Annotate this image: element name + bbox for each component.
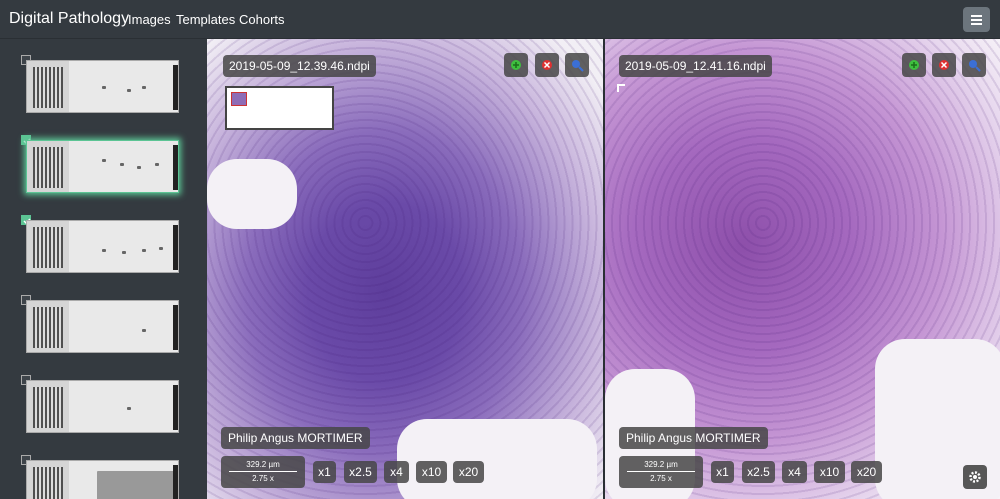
navbar: Digital Pathology Images Templates Cohor… bbox=[0, 0, 1000, 39]
zoom-x2-5-button[interactable]: x2.5 bbox=[742, 461, 775, 483]
hamburger-menu-icon-bar bbox=[971, 19, 982, 21]
scale-zoom: 2.75 x bbox=[252, 474, 274, 483]
remove-annotation-icon bbox=[542, 60, 552, 70]
zoom-x20-button[interactable]: x20 bbox=[851, 461, 882, 483]
slide-label bbox=[27, 221, 69, 272]
hamburger-menu-icon-bar bbox=[971, 23, 982, 25]
slide-sidebar bbox=[0, 39, 207, 499]
remove-annotation-button[interactable] bbox=[535, 53, 559, 77]
add-annotation-icon bbox=[511, 60, 521, 70]
brand-title[interactable]: Digital Pathology bbox=[9, 10, 129, 28]
patient-name-label: Philip Angus MORTIMER bbox=[221, 427, 370, 449]
zoom-search-icon bbox=[969, 60, 981, 72]
menu-button[interactable] bbox=[963, 7, 990, 32]
filename-label: 2019-05-09_12.41.16.ndpi bbox=[619, 55, 772, 77]
nav-link-templates[interactable]: Templates bbox=[176, 12, 235, 27]
zoom-x2-5-button[interactable]: x2.5 bbox=[344, 461, 377, 483]
zoom-x10-button[interactable]: x10 bbox=[416, 461, 447, 483]
slide-thumbnail[interactable] bbox=[26, 300, 179, 353]
scale-length: 329.2 µm bbox=[246, 460, 280, 469]
slide-label bbox=[27, 381, 69, 432]
add-annotation-button[interactable] bbox=[902, 53, 926, 77]
zoom-x4-button[interactable]: x4 bbox=[782, 461, 807, 483]
scale-bar: 329.2 µm 2.75 x bbox=[221, 456, 305, 488]
slide-viewer-left[interactable]: 2019-05-09_12.39.46.ndpi Philip Angus MO… bbox=[207, 39, 603, 499]
slide-thumbnail[interactable] bbox=[26, 220, 179, 273]
slide-label bbox=[27, 141, 69, 192]
add-annotation-button[interactable] bbox=[504, 53, 528, 77]
background-region bbox=[207, 159, 297, 229]
slide-thumbnail[interactable] bbox=[26, 460, 179, 499]
slide-thumbnail[interactable] bbox=[26, 380, 179, 433]
patient-name-label: Philip Angus MORTIMER bbox=[619, 427, 768, 449]
slide-thumbnail[interactable] bbox=[26, 60, 179, 113]
scale-zoom: 2.75 x bbox=[650, 474, 672, 483]
slide-viewer-right[interactable]: 2019-05-09_12.41.16.ndpi Philip Angus MO… bbox=[605, 39, 1000, 499]
nav-link-images[interactable]: Images bbox=[128, 12, 171, 27]
zoom-x20-button[interactable]: x20 bbox=[453, 461, 484, 483]
zoom-search-button[interactable] bbox=[962, 53, 986, 77]
minimap[interactable] bbox=[225, 86, 334, 130]
zoom-x1-button[interactable]: x1 bbox=[313, 461, 336, 483]
scale-bar: 329.2 µm 2.75 x bbox=[619, 456, 703, 488]
zoom-x10-button[interactable]: x10 bbox=[814, 461, 845, 483]
settings-button[interactable] bbox=[963, 465, 987, 489]
zoom-search-button[interactable] bbox=[565, 53, 589, 77]
remove-annotation-icon bbox=[939, 60, 949, 70]
slide-thumbnail[interactable] bbox=[26, 140, 179, 193]
slide-label bbox=[27, 461, 69, 499]
nav-link-cohorts[interactable]: Cohorts bbox=[239, 12, 285, 27]
slide-label bbox=[27, 301, 69, 352]
gear-icon bbox=[969, 471, 981, 483]
minimap-roi[interactable] bbox=[231, 92, 247, 106]
slide-label bbox=[27, 61, 69, 112]
zoom-x1-button[interactable]: x1 bbox=[711, 461, 734, 483]
scale-length: 329.2 µm bbox=[644, 460, 678, 469]
hamburger-menu-icon bbox=[971, 15, 982, 17]
zoom-x4-button[interactable]: x4 bbox=[384, 461, 409, 483]
background-region bbox=[397, 419, 597, 499]
minimap-toggle[interactable] bbox=[617, 84, 625, 92]
remove-annotation-button[interactable] bbox=[932, 53, 956, 77]
zoom-search-icon bbox=[572, 60, 584, 72]
add-annotation-icon bbox=[909, 60, 919, 70]
filename-label: 2019-05-09_12.39.46.ndpi bbox=[223, 55, 376, 77]
